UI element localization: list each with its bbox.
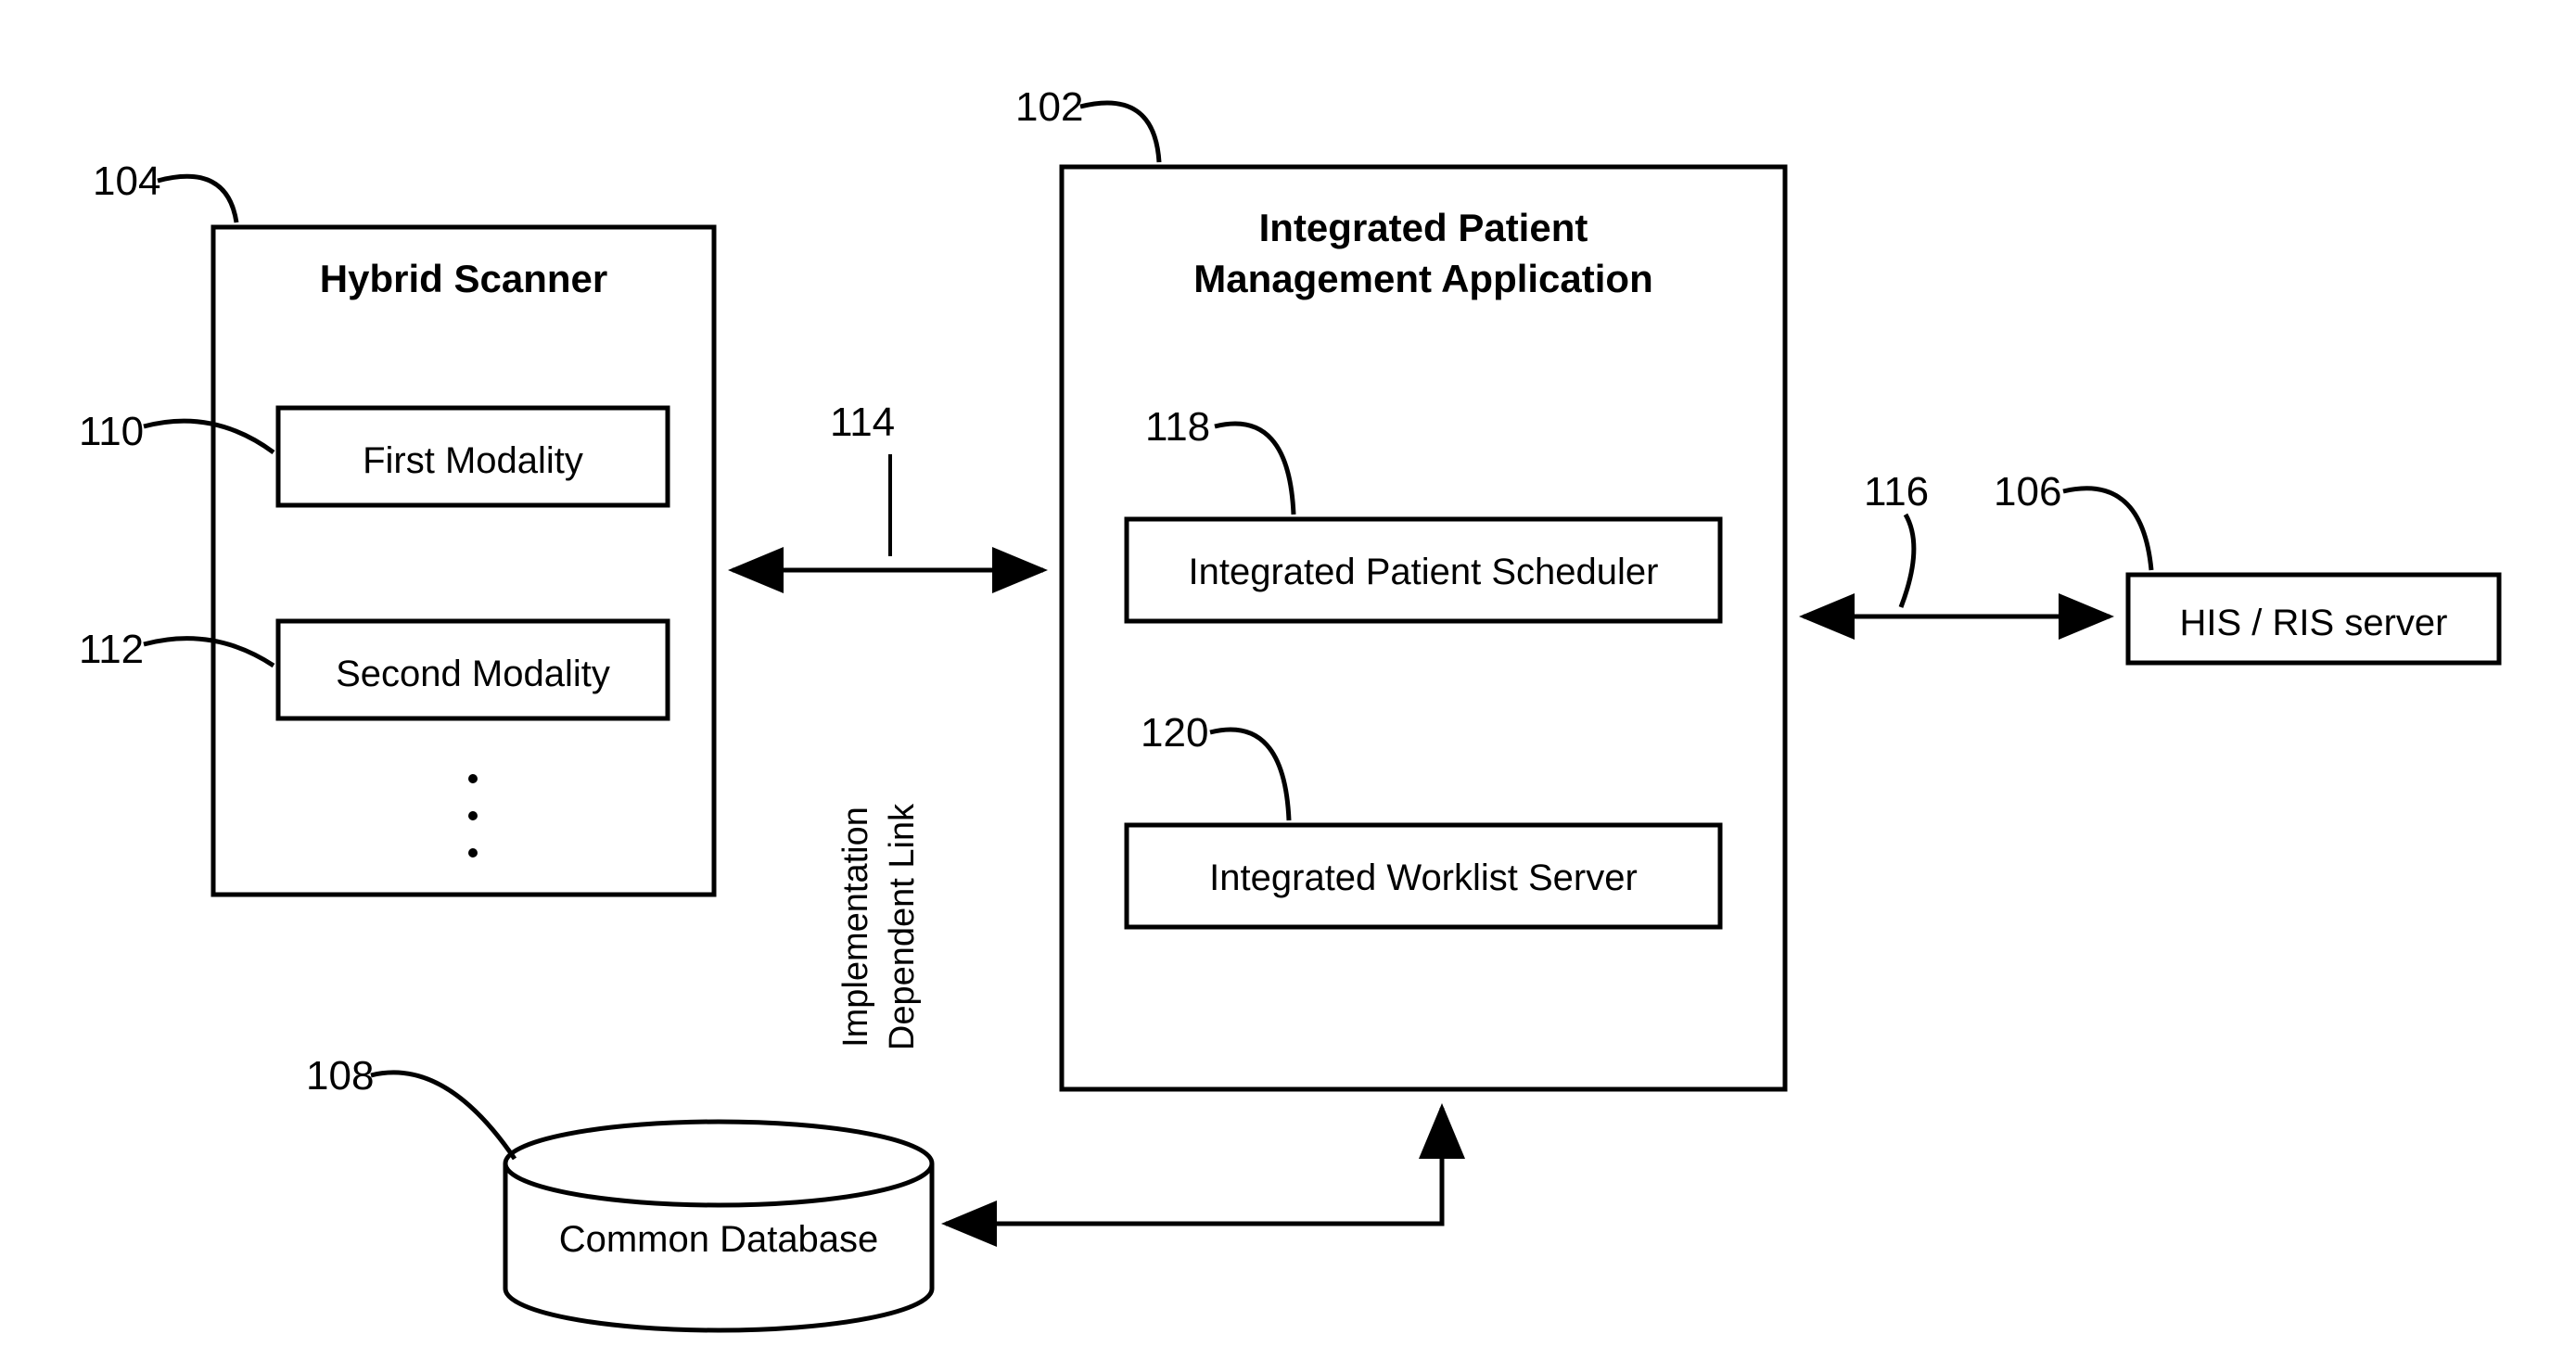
leader-112 [144, 639, 274, 666]
leader-108 [371, 1073, 515, 1159]
second-modality-label: Second Modality [336, 654, 610, 694]
ref-116: 116 [1864, 469, 1929, 514]
worklist-box: Integrated Worklist Server [1127, 825, 1720, 927]
leader-110 [144, 421, 274, 452]
ref-120: 120 [1141, 710, 1208, 756]
link-label-2: Dependent Link [883, 803, 922, 1050]
app-box: Integrated Patient Management Applicatio… [1062, 167, 1785, 1089]
hybrid-scanner-box: Hybrid Scanner [213, 227, 714, 895]
ref-106: 106 [1994, 469, 2061, 514]
server-box: HIS / RIS server [2128, 575, 2499, 663]
ref-104: 104 [93, 159, 160, 204]
db-app-arrow [946, 1108, 1442, 1224]
leader-118 [1215, 424, 1294, 514]
server-label: HIS / RIS server [2180, 603, 2448, 643]
database-cylinder: Common Database [505, 1122, 932, 1330]
leader-106 [2063, 489, 2151, 570]
app-title-line2: Management Application [1193, 257, 1653, 300]
leader-120 [1210, 730, 1289, 820]
leader-104 [158, 176, 236, 222]
ref-114: 114 [830, 400, 895, 445]
worklist-label: Integrated Worklist Server [1209, 858, 1638, 898]
ref-108: 108 [306, 1053, 374, 1099]
scheduler-label: Integrated Patient Scheduler [1188, 552, 1658, 592]
leader-102 [1080, 103, 1159, 162]
link-label-1: Implementation [836, 807, 875, 1048]
ref-118: 118 [1145, 404, 1210, 450]
second-modality-box: Second Modality [278, 621, 668, 718]
app-title-line1: Integrated Patient [1259, 206, 1588, 249]
ref-102: 102 [1015, 84, 1083, 130]
ellipsis-dots [468, 774, 478, 858]
ref-112: 112 [79, 627, 144, 672]
hybrid-scanner-title: Hybrid Scanner [320, 257, 607, 300]
scheduler-box: Integrated Patient Scheduler [1127, 519, 1720, 621]
first-modality-label: First Modality [363, 440, 583, 481]
first-modality-box: First Modality [278, 408, 668, 505]
leader-116 [1901, 514, 1914, 607]
database-label: Common Database [559, 1219, 879, 1260]
ref-110: 110 [79, 409, 144, 454]
